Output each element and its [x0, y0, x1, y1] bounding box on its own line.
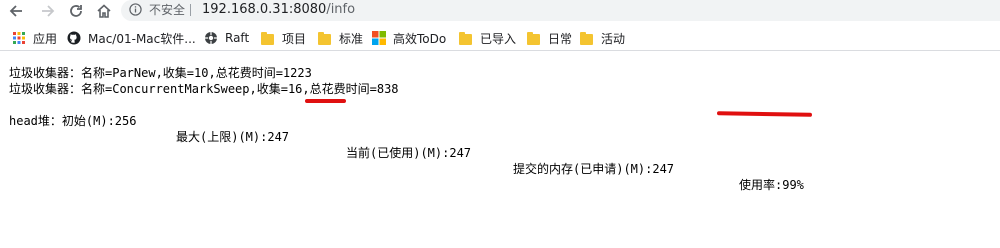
bookmark-label: 日常 — [548, 31, 573, 46]
github-icon — [67, 31, 81, 45]
bookmarks-bar: 应用 Mac/01-Mac软件... Raft 项目 标准 高效ToDo 已导入… — [0, 26, 1000, 51]
folder-icon — [318, 31, 332, 45]
annotation-underline-usage — [716, 111, 813, 117]
apps-grid-icon — [13, 32, 25, 44]
heap-used: 当前(已使用)(M):247 — [346, 146, 472, 160]
url-host: 192.168.0.31:8080 — [202, 2, 327, 17]
info-icon[interactable] — [129, 3, 142, 16]
gc-parnew-line: 垃圾收集器：名称=ParNew,收集=10,总花费时间=1223 — [9, 66, 312, 80]
heap-usage: 使用率:99% — [739, 178, 804, 192]
bookmark-label: 高效ToDo — [393, 31, 447, 46]
annotation-underline-short — [305, 99, 346, 103]
bookmark-activities[interactable]: 活动 — [580, 29, 625, 47]
bookmark-label: Mac/01-Mac软件... — [88, 31, 196, 46]
bookmark-label: 已导入 — [480, 31, 517, 46]
todo-icon — [372, 31, 386, 45]
arrow-left-icon — [9, 5, 22, 17]
bookmark-label: 应用 — [33, 31, 58, 46]
folder-icon — [261, 31, 275, 45]
arrow-right-icon — [42, 5, 55, 17]
heap-initial: head堆：初始(M):256 — [9, 114, 137, 128]
bookmark-label: 活动 — [601, 31, 626, 46]
bookmark-label: 标准 — [339, 31, 364, 46]
raft-icon — [205, 32, 217, 44]
bookmark-label: Raft — [225, 31, 250, 45]
page-content: 垃圾收集器：名称=ParNew,收集=10,总花费时间=1223 垃圾收集器：名… — [9, 65, 804, 192]
browser-toolbar: 不安全 192.168.0.31:8080/info — [0, 0, 1000, 23]
security-status-label[interactable]: 不安全 — [149, 2, 185, 18]
bookmark-imported[interactable]: 已导入 — [459, 29, 516, 47]
bookmark-raft[interactable]: Raft — [204, 29, 249, 47]
url-path: /info — [326, 2, 356, 17]
bookmark-label: 项目 — [282, 31, 307, 46]
bookmark-apps[interactable]: 应用 — [12, 29, 57, 47]
heap-committed: 提交的内存(已申请)(M):247 — [513, 162, 675, 176]
address-separator — [190, 4, 191, 16]
reload-icon — [70, 5, 82, 17]
bookmark-todo[interactable]: 高效ToDo — [372, 29, 446, 47]
home-icon — [97, 4, 111, 18]
gc-cms-line: 垃圾收集器：名称=ConcurrentMarkSweep,收集=16,总花费时间… — [9, 82, 399, 96]
heap-max: 最大(上限)(M):247 — [176, 130, 290, 144]
forward-button[interactable] — [38, 1, 58, 21]
bookmark-daily[interactable]: 日常 — [527, 29, 572, 47]
folder-icon — [580, 31, 594, 45]
bookmark-standards[interactable]: 标准 — [318, 29, 363, 47]
reload-button[interactable] — [66, 1, 86, 21]
bookmark-projects[interactable]: 项目 — [261, 29, 306, 47]
url-text[interactable]: 192.168.0.31:8080/info — [202, 1, 355, 18]
bookmark-mac-software[interactable]: Mac/01-Mac软件... — [67, 29, 196, 47]
back-button[interactable] — [6, 1, 26, 21]
home-button[interactable] — [94, 1, 114, 21]
folder-icon — [459, 31, 473, 45]
folder-icon — [527, 31, 541, 45]
